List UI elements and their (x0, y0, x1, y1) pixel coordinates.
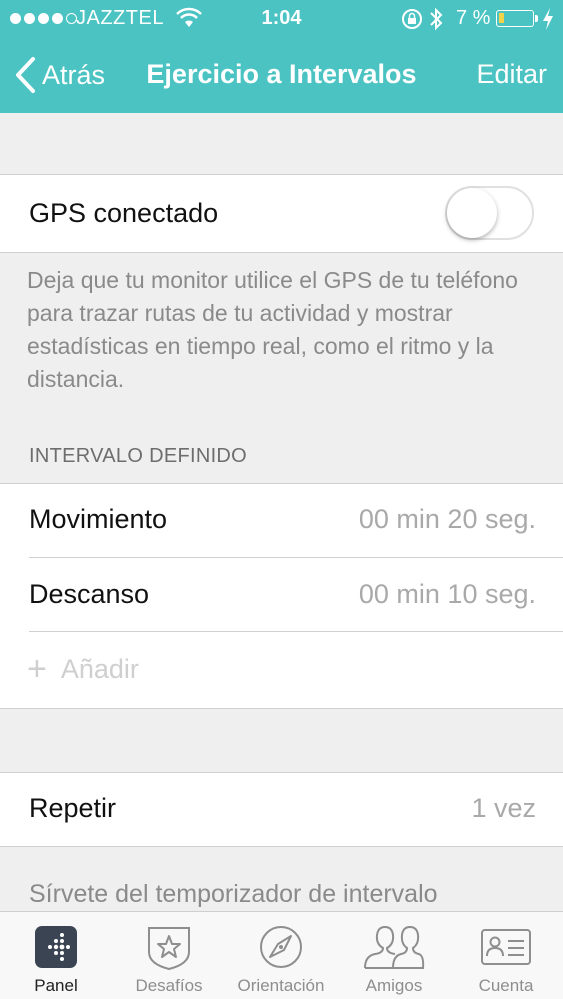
divider (0, 252, 563, 253)
tab-label: Desafíos (135, 976, 203, 995)
rotation-lock-icon (401, 8, 423, 36)
tab-panel[interactable]: Panel (0, 912, 112, 999)
compass-icon (258, 924, 304, 970)
add-interval-button[interactable]: + Añadir (27, 652, 139, 686)
divider (0, 483, 563, 484)
interval-section-header: INTERVALO DEFINIDO (29, 445, 248, 467)
panel-icon (33, 924, 79, 970)
divider (0, 708, 563, 709)
add-interval-label: Añadir (60, 653, 139, 684)
repeat-description: Sírvete del temporizador de intervalo (29, 880, 438, 908)
status-bar: JAZZTEL 1:04 7 % (0, 0, 563, 38)
bluetooth-icon (428, 6, 444, 38)
interval-value: 00 min 20 seg. (358, 504, 536, 534)
repeat-label: Repetir (29, 793, 117, 823)
navigation-bar: Atrás Ejercicio a Intervalos Editar (0, 38, 563, 113)
challenges-icon (146, 924, 192, 971)
gps-toggle[interactable] (445, 186, 534, 240)
battery-percent: 7 % (456, 7, 491, 29)
tab-account[interactable]: Cuenta (450, 912, 562, 999)
tab-challenges[interactable]: Desafíos (113, 912, 225, 999)
tab-label: Amigos (365, 976, 423, 995)
divider (0, 772, 563, 773)
repeat-value: 1 vez (471, 793, 536, 823)
plus-icon: + (27, 650, 47, 688)
interval-label: Movimiento (29, 504, 168, 534)
edit-button[interactable]: Editar (476, 59, 547, 90)
interval-label: Descanso (29, 579, 150, 609)
divider (29, 631, 563, 632)
account-icon (480, 924, 532, 970)
tab-guidance[interactable]: Orientación (225, 912, 337, 999)
gps-label: GPS conectado (29, 198, 219, 228)
interval-value: 00 min 10 seg. (358, 579, 536, 609)
gps-description: Deja que tu monitor utilice el GPS de tu… (27, 267, 518, 392)
tab-friends[interactable]: Amigos (338, 912, 450, 999)
tab-label: Orientación (237, 976, 325, 995)
tab-label: Cuenta (478, 976, 534, 995)
tab-bar: Panel Desafíos Orientación Amigos Cuenta (0, 911, 563, 999)
divider (29, 557, 563, 558)
divider (0, 174, 563, 175)
top-bar: JAZZTEL 1:04 7 % Atrás Ejercicio a Inter… (0, 0, 563, 113)
toggle-knob (447, 188, 497, 238)
divider (0, 846, 563, 847)
charging-icon (541, 7, 555, 37)
tab-label: Panel (34, 976, 78, 995)
battery-icon (496, 10, 538, 27)
friends-icon (363, 924, 425, 970)
